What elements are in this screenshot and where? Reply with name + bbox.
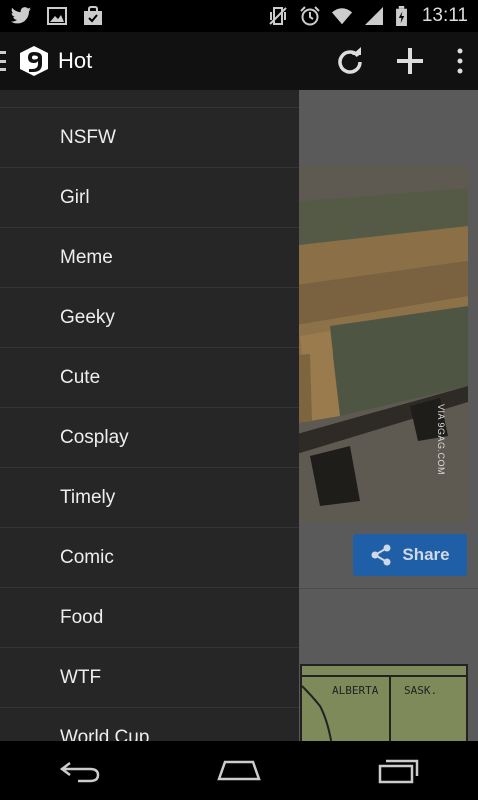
twitter-icon — [10, 7, 32, 24]
recents-icon — [379, 759, 419, 783]
alarm-icon — [300, 6, 320, 26]
home-icon — [217, 760, 261, 780]
drawer-item-cosplay[interactable]: Cosplay — [0, 408, 299, 468]
action-bar: Hot — [0, 32, 478, 90]
share-label: Share — [402, 545, 450, 564]
share-icon — [371, 544, 391, 566]
map-graphic — [302, 666, 466, 741]
status-bar: 13:11 — [0, 0, 478, 32]
vibrate-icon — [269, 7, 287, 25]
add-icon — [397, 48, 423, 74]
image-icon — [47, 7, 67, 25]
home-button[interactable] — [209, 751, 269, 791]
drawer-indicator-icon[interactable] — [0, 51, 6, 71]
app-logo-icon[interactable] — [18, 45, 50, 77]
refresh-button[interactable] — [332, 43, 368, 79]
drawer-top-partial-item — [0, 90, 299, 108]
action-buttons — [332, 43, 468, 79]
wifi-icon — [331, 8, 352, 25]
overflow-menu-button[interactable] — [452, 43, 468, 79]
drawer-item-world-cup[interactable]: World Cup — [0, 708, 299, 742]
drawer-item-girl[interactable]: Girl — [0, 168, 299, 228]
drawer-item-cute[interactable]: Cute — [0, 348, 299, 408]
drawer-item-meme[interactable]: Meme — [0, 228, 299, 288]
overflow-menu-icon — [457, 48, 463, 74]
drawer-item-nsfw[interactable]: NSFW — [0, 108, 299, 168]
post-separator — [290, 588, 478, 589]
app-title[interactable]: Hot — [58, 48, 92, 74]
drawer-item-food[interactable]: Food — [0, 588, 299, 648]
navigation-drawer: NSFW Girl Meme Geeky Cute Cosplay Timely… — [0, 90, 299, 741]
status-time: 13:11 — [421, 5, 468, 26]
refresh-icon — [338, 47, 362, 74]
system-nav-bar — [0, 741, 478, 800]
battery-icon — [395, 6, 407, 26]
map-label-alberta: ALBERTA — [332, 684, 379, 697]
share-button[interactable]: Share — [353, 534, 467, 576]
status-left-icons — [10, 6, 104, 26]
drawer-item-wtf[interactable]: WTF — [0, 648, 299, 708]
comic-image[interactable]: ALBERTA SASK. — [300, 664, 468, 741]
drawer-item-geeky[interactable]: Geeky — [0, 288, 299, 348]
image-watermark: VIA 9GAG.COM — [436, 404, 446, 476]
signal-icon — [364, 7, 383, 25]
back-button[interactable] — [50, 751, 110, 791]
add-button[interactable] — [392, 43, 428, 79]
back-icon — [59, 761, 99, 782]
drawer-item-timely[interactable]: Timely — [0, 468, 299, 528]
status-right-icons: 13:11 — [267, 5, 468, 27]
recents-button[interactable] — [368, 751, 428, 791]
shopping-bag-icon — [84, 6, 102, 25]
drawer-item-comic[interactable]: Comic — [0, 528, 299, 588]
map-label-sask: SASK. — [404, 684, 438, 697]
